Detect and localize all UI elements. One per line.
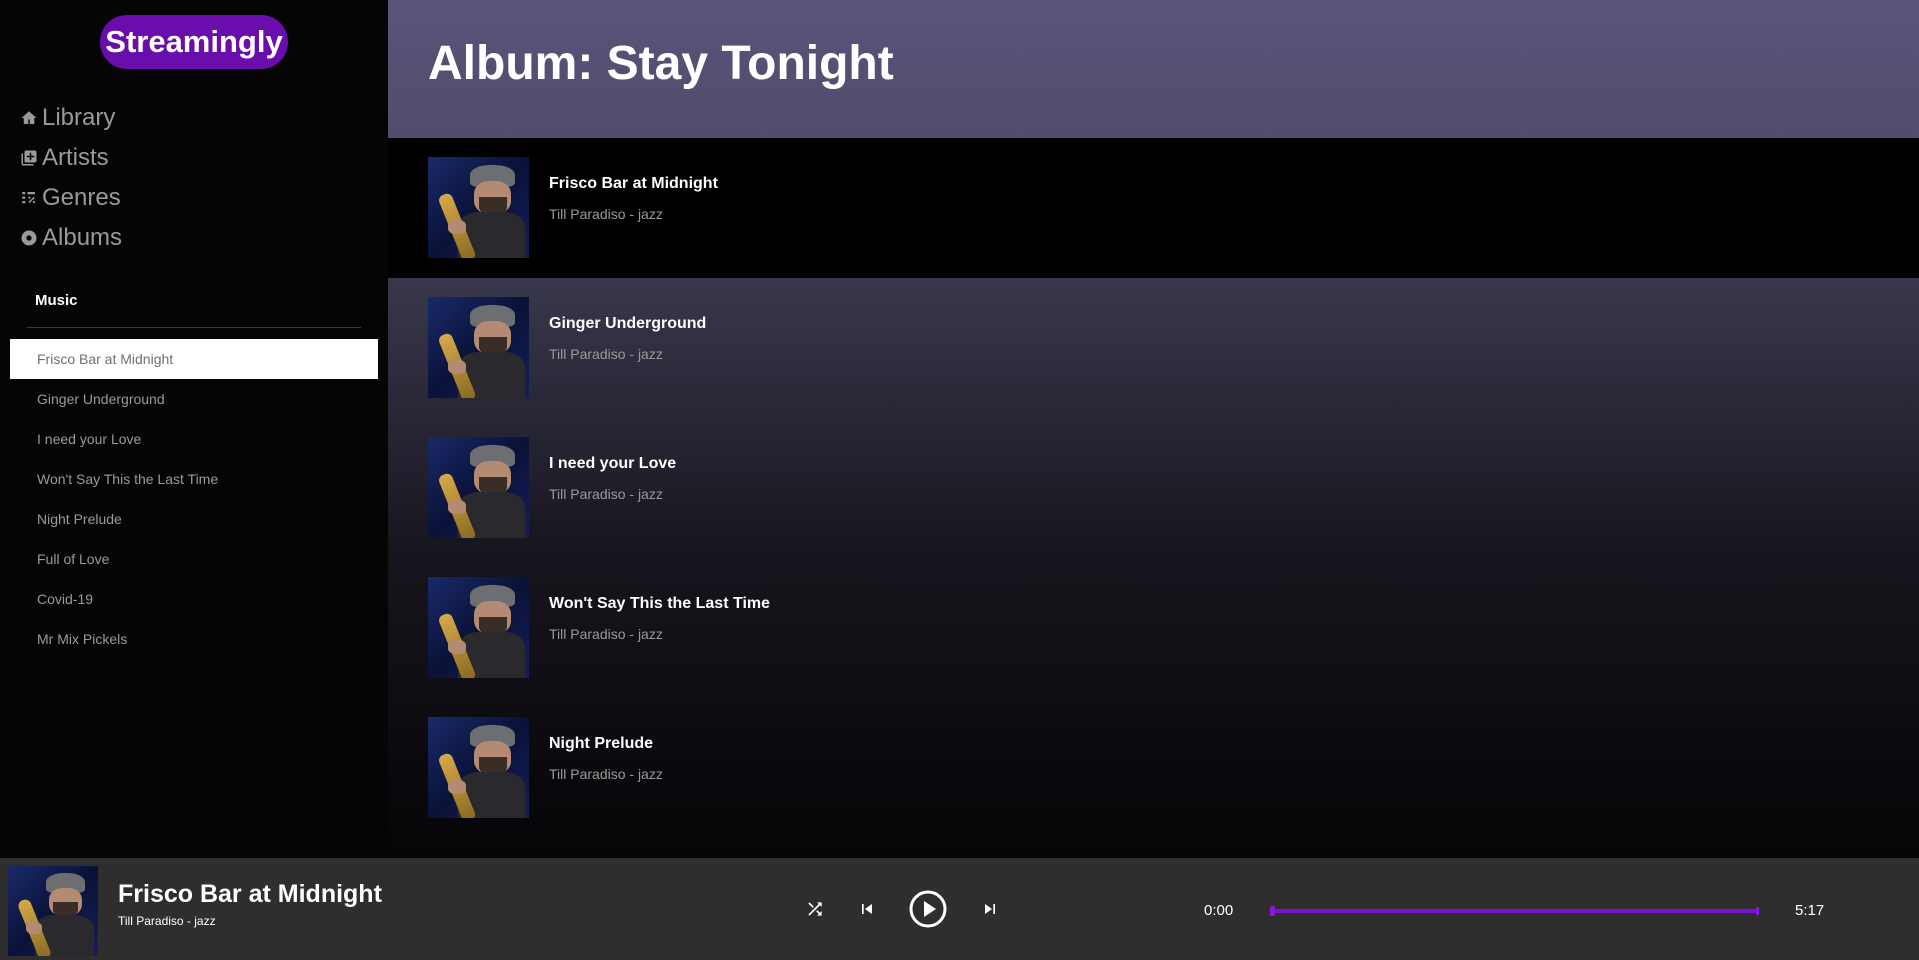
current-time: 0:00 [1204,902,1234,919]
sidebar-track-item[interactable]: Night Prelude [10,499,378,539]
shuffle-button[interactable] [800,858,830,960]
song-title: Night Prelude [549,735,654,752]
album-icon [18,227,40,249]
divider [27,327,361,328]
sidebar-track-item[interactable]: Frisco Bar at Midnight [10,339,378,379]
nav-item-albums[interactable]: Albums [18,218,122,258]
sidebar-track-list: Frisco Bar at Midnight Ginger Undergroun… [10,339,378,659]
section-title-music: Music [35,292,78,309]
song-title: Ginger Underground [549,315,707,332]
sidebar-track-item[interactable]: Covid-19 [10,579,378,619]
play-icon [909,890,947,928]
sidebar: Streamingly Library Artists Genres Album… [0,0,388,858]
album-art [428,717,529,818]
album-header: Album: Stay Tonight [388,0,1919,138]
nav-item-label: Artists [42,144,109,171]
home-icon [18,107,40,129]
nav-item-artists[interactable]: Artists [18,138,122,178]
album-art [428,297,529,398]
song-subtitle: Till Paradiso - jazz [549,766,663,782]
sidebar-track-item[interactable]: Won't Say This the Last Time [10,459,378,499]
progress-bar[interactable] [1270,906,1759,916]
song-row[interactable]: Frisco Bar at Midnight Till Paradiso - j… [388,138,1919,278]
nav-item-library[interactable]: Library [18,98,122,138]
nav-item-genres[interactable]: Genres [18,178,122,218]
now-playing-art [8,866,98,956]
progress-end-marker [1756,907,1759,915]
sidebar-track-item[interactable]: Ginger Underground [10,379,378,419]
genres-icon [18,187,40,209]
song-list: Frisco Bar at Midnight Till Paradiso - j… [388,138,1919,838]
now-playing-subtitle: Till Paradiso - jazz [118,914,216,928]
play-button[interactable] [906,858,950,960]
song-row[interactable]: Won't Say This the Last Time Till Paradi… [388,558,1919,698]
app-logo[interactable]: Streamingly [100,15,288,69]
next-icon [985,904,995,914]
sidebar-track-item[interactable]: I need your Love [10,419,378,459]
progress-handle[interactable] [1270,906,1275,916]
song-subtitle: Till Paradiso - jazz [549,206,663,222]
song-subtitle: Till Paradiso - jazz [549,626,663,642]
main-content: Album: Stay Tonight Frisco Bar at Midnig… [388,0,1919,858]
song-title: I need your Love [549,455,677,472]
album-art [428,157,529,258]
page-title: Album: Stay Tonight [428,37,894,90]
shuffle-icon [808,902,822,916]
song-row[interactable]: Night Prelude Till Paradiso - jazz [388,698,1919,838]
song-subtitle: Till Paradiso - jazz [549,486,663,502]
library-icon [18,147,40,169]
sidebar-track-item[interactable]: Full of Love [10,539,378,579]
now-playing-title: Frisco Bar at Midnight [118,880,382,908]
song-title: Won't Say This the Last Time [549,595,771,612]
album-art [428,437,529,538]
song-row[interactable]: I need your Love Till Paradiso - jazz [388,418,1919,558]
song-row[interactable]: Ginger Underground Till Paradiso - jazz [388,278,1919,418]
nav-item-label: Library [42,104,116,131]
next-button[interactable] [975,858,1005,960]
album-art [428,577,529,678]
nav-item-label: Genres [42,184,121,211]
song-title: Frisco Bar at Midnight [549,175,718,192]
nav-item-label: Albums [42,224,123,251]
previous-icon [862,904,872,914]
duration: 5:17 [1795,902,1825,919]
sidebar-track-item[interactable]: Mr Mix Pickels [10,619,378,659]
main-nav: Library Artists Genres Albums [18,98,122,258]
song-subtitle: Till Paradiso - jazz [549,346,663,362]
previous-button[interactable] [852,858,882,960]
